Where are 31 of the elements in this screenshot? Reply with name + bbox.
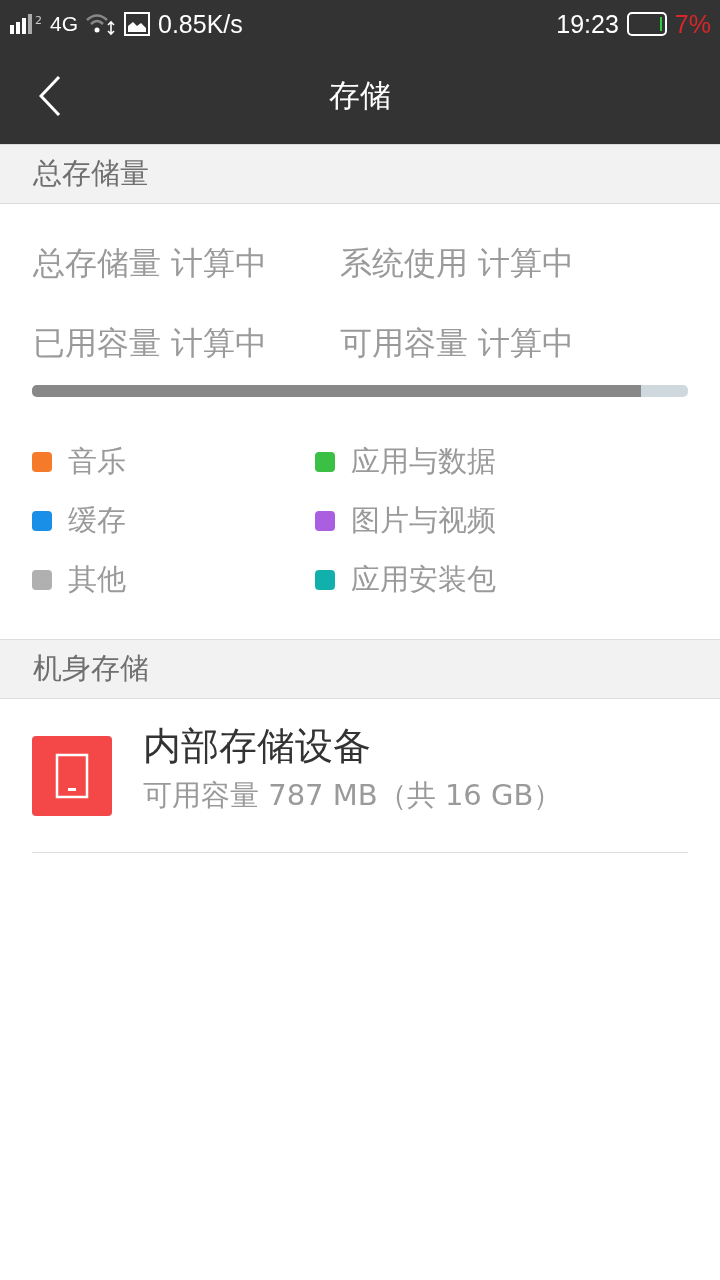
phone-icon <box>32 736 112 816</box>
legend-label: 应用与数据 <box>351 442 496 480</box>
section-title: 总存储量 <box>33 155 149 192</box>
legend-label: 音乐 <box>68 442 126 480</box>
device-name: 内部存储设备 <box>143 722 372 770</box>
storage-device-item[interactable]: 内部存储设备 可用容量 787 MB（共 16 GB） <box>32 699 688 853</box>
page-title: 存储 <box>328 76 392 115</box>
legend-label: 应用安装包 <box>351 560 496 598</box>
stat-value: 计算中 <box>478 243 574 284</box>
signal-icon <box>10 14 34 34</box>
legend-label: 其他 <box>68 560 126 598</box>
network-speed: 0.85K/s <box>158 9 243 39</box>
stat-label: 总存储量 <box>33 243 161 284</box>
stat-label: 已用容量 <box>33 323 161 364</box>
image-icon <box>124 12 150 36</box>
legend-label: 缓存 <box>68 501 126 539</box>
stat-label: 可用容量 <box>340 323 468 364</box>
stat-label: 系统使用 <box>340 243 468 284</box>
device-capacity: 可用容量 787 MB（共 16 GB） <box>143 776 563 814</box>
battery-icon <box>626 12 667 36</box>
stat-value: 计算中 <box>171 323 267 364</box>
wifi-icon <box>86 12 116 36</box>
battery-percentage: 7% <box>674 9 711 39</box>
stat-value: 计算中 <box>171 243 267 284</box>
clock-time: 19:23 <box>556 9 619 39</box>
network-type: 4G <box>50 12 78 36</box>
legend-label: 图片与视频 <box>351 501 496 539</box>
section-title: 机身存储 <box>33 650 149 687</box>
back-chevron-icon <box>39 76 61 116</box>
sim-slot-number: 2 <box>35 13 42 27</box>
stat-value: 计算中 <box>478 323 574 364</box>
